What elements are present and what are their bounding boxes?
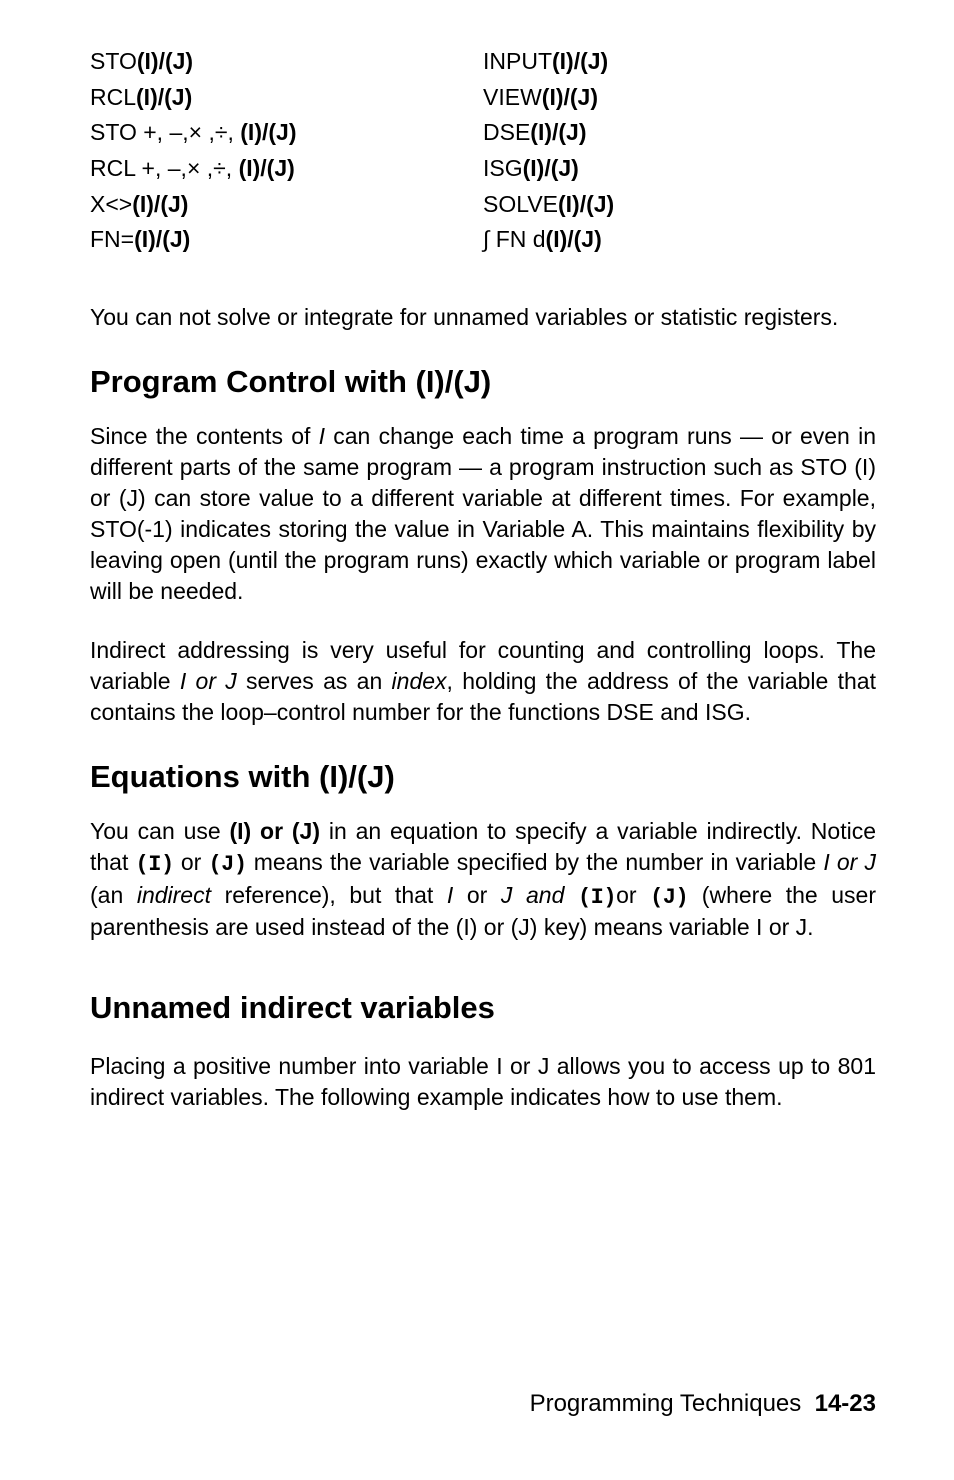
op-suffix: (I)/(J)	[530, 119, 586, 145]
op-suffix: (I)/(J)	[523, 155, 579, 181]
op-suffix: (I)/(J)	[558, 191, 614, 217]
op-suffix: (I)/(J)	[239, 155, 295, 181]
text-italic: index	[392, 668, 447, 694]
op-prefix: RCL +, –,× ,÷,	[90, 155, 239, 181]
lcd-glyph: (I)	[578, 885, 616, 910]
op-suffix: (I)/(J)	[240, 119, 296, 145]
op-suffix: (I)/(J)	[136, 84, 192, 110]
lcd-glyph: (J)	[650, 885, 688, 910]
text-italic: I or J	[180, 668, 237, 694]
heading-program-control: Program Control with (I)/(J)	[90, 361, 876, 403]
op-suffix: (I)/(J)	[132, 191, 188, 217]
operation-row: STO(I)/(J)	[90, 44, 483, 80]
text: can change each time a program runs — or…	[90, 423, 876, 604]
program-control-para-2: Indirect addressing is very useful for c…	[90, 635, 876, 728]
heading-unnamed: Unnamed indirect variables	[90, 987, 876, 1029]
footer-page-number: 14-23	[815, 1390, 876, 1417]
text: (an	[90, 882, 137, 908]
operation-row: FN=(I)/(J)	[90, 222, 483, 258]
program-control-para-1: Since the contents of I can change each …	[90, 421, 876, 607]
text-bold: (I) or (J)	[230, 818, 321, 844]
unnamed-para: Placing a positive number into variable …	[90, 1051, 876, 1113]
op-prefix: VIEW	[483, 84, 542, 110]
op-suffix: (I)/(J)	[546, 226, 602, 252]
text: or	[616, 882, 650, 908]
op-prefix: ISG	[483, 155, 523, 181]
text: serves as an	[237, 668, 392, 694]
op-prefix: STO +, –,× ,÷,	[90, 119, 240, 145]
operations-col-left: STO(I)/(J)RCL(I)/(J)STO +, –,× ,÷, (I)/(…	[90, 44, 483, 258]
operation-row: RCL(I)/(J)	[90, 80, 483, 116]
equations-para: You can use (I) or (J) in an equation to…	[90, 816, 876, 943]
text-italic: I or J	[823, 849, 876, 875]
op-prefix: RCL	[90, 84, 136, 110]
op-prefix: STO	[90, 48, 137, 74]
operation-row: ∫ FN d(I)/(J)	[483, 222, 876, 258]
operation-row: VIEW(I)/(J)	[483, 80, 876, 116]
text: Since the contents of	[90, 423, 319, 449]
op-suffix: (I)/(J)	[137, 48, 193, 74]
text: means the variable specified by the numb…	[247, 849, 824, 875]
text: You can use	[90, 818, 230, 844]
solve-note: You can not solve or integrate for unnam…	[90, 302, 876, 333]
operations-table: STO(I)/(J)RCL(I)/(J)STO +, –,× ,÷, (I)/(…	[90, 44, 876, 258]
text: reference), but that	[211, 882, 447, 908]
op-prefix: DSE	[483, 119, 530, 145]
operation-row: DSE(I)/(J)	[483, 115, 876, 151]
text: or	[174, 849, 209, 875]
text-italic: J and	[501, 882, 578, 908]
heading-equations: Equations with (I)/(J)	[90, 756, 876, 798]
operations-col-right: INPUT(I)/(J)VIEW(I)/(J)DSE(I)/(J)ISG(I)/…	[483, 44, 876, 258]
operation-row: RCL +, –,× ,÷, (I)/(J)	[90, 151, 483, 187]
text: or	[453, 882, 501, 908]
operation-row: INPUT(I)/(J)	[483, 44, 876, 80]
lcd-glyph: (I)	[136, 852, 174, 877]
operation-row: ISG(I)/(J)	[483, 151, 876, 187]
op-prefix: FN=	[90, 226, 134, 252]
operation-row: X<>(I)/(J)	[90, 187, 483, 223]
op-prefix: X<>	[90, 191, 132, 217]
op-prefix: ∫ FN d	[483, 226, 546, 252]
op-suffix: (I)/(J)	[134, 226, 190, 252]
page-footer: Programming Techniques 14-23	[530, 1388, 876, 1420]
op-prefix: SOLVE	[483, 191, 558, 217]
footer-chapter-label: Programming Techniques	[530, 1390, 802, 1417]
page-container: STO(I)/(J)RCL(I)/(J)STO +, –,× ,÷, (I)/(…	[0, 0, 954, 1480]
operation-row: SOLVE(I)/(J)	[483, 187, 876, 223]
operation-row: STO +, –,× ,÷, (I)/(J)	[90, 115, 483, 151]
op-suffix: (I)/(J)	[542, 84, 598, 110]
lcd-glyph: (J)	[208, 852, 246, 877]
op-suffix: (I)/(J)	[552, 48, 608, 74]
text-italic: indirect	[137, 882, 211, 908]
op-prefix: INPUT	[483, 48, 552, 74]
